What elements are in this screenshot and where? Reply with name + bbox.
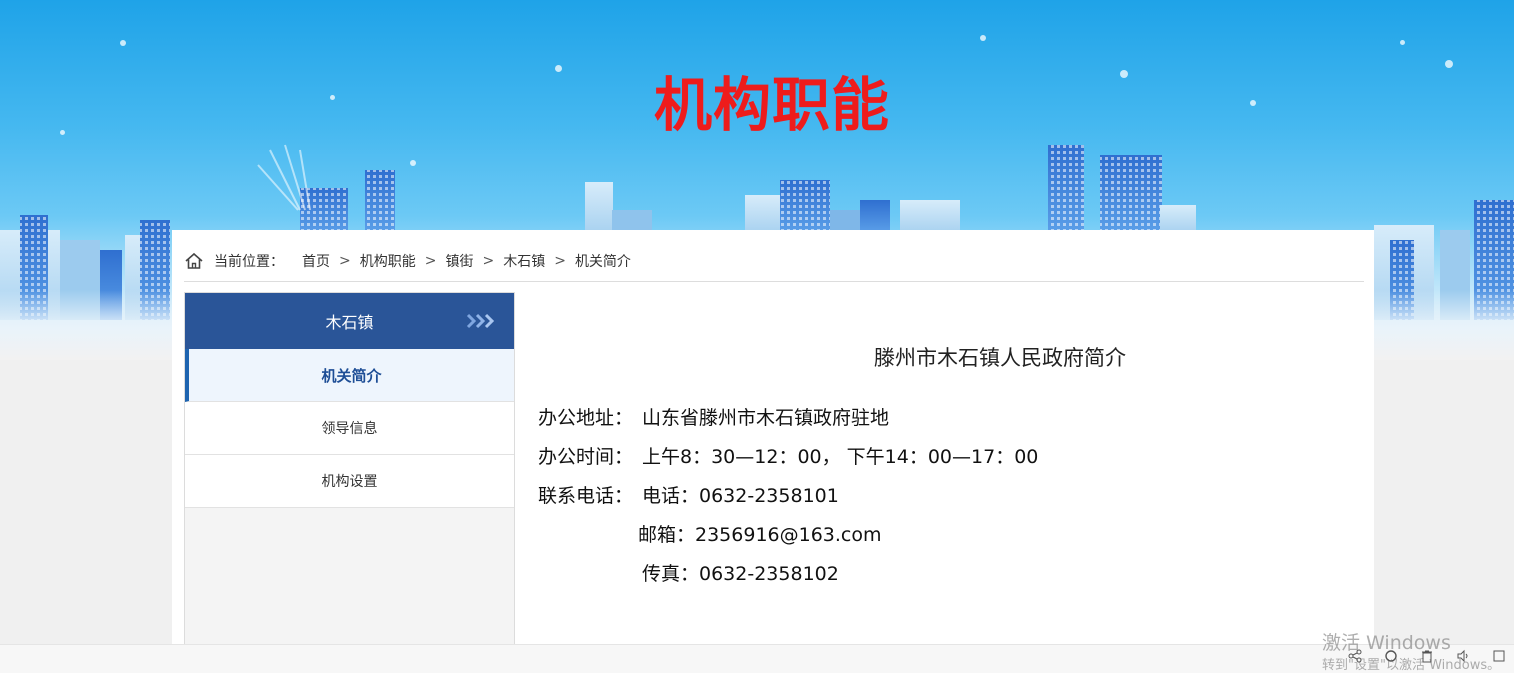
browser-bottom-bar [0,644,1514,673]
hours-label: 办公时间： [538,446,634,468]
breadcrumb-separator: > [482,253,495,269]
breadcrumb-towns[interactable]: 镇街 [445,251,473,271]
refresh-icon[interactable] [1384,648,1398,662]
fax-value: 传真：0632-2358102 [642,563,839,585]
sidebar-title: 木石镇 [325,313,374,332]
trash-icon[interactable] [1420,648,1434,663]
window-icon[interactable] [1492,648,1506,662]
email-row: 邮箱：2356916@163.com [538,516,1038,555]
hours-value: 上午8：30—12：00， 下午14：00—17：00 [642,446,1039,468]
sidebar-item-leadership[interactable]: 领导信息 [185,402,514,455]
contact-label: 联系电话： [538,485,634,507]
share-icon[interactable] [1348,648,1362,663]
page-title: 机构职能 [653,71,890,139]
sidebar-item-label: 机构设置 [321,474,378,490]
breadcrumb-home[interactable]: 首页 [302,251,330,271]
phone-value: 电话：0632-2358101 [642,485,839,507]
content-panel: 滕州市木石镇人民政府简介 办公地址： 山东省滕州市木石镇政府驻地 办公时间： 上… [516,292,1364,650]
address-label: 办公地址： [538,407,634,429]
main-card: 当前位置： 首页 > 机构职能 > 镇街 > 木石镇 > 机关简介 木石镇 机关… [172,230,1374,650]
home-icon[interactable] [184,251,204,271]
breadcrumb-mushi-town[interactable]: 木石镇 [503,251,545,271]
hours-row: 办公时间： 上午8：30—12：00， 下午14：00—17：00 [538,438,1038,477]
breadcrumb-separator: > [554,253,566,269]
contact-info: 办公地址： 山东省滕州市木石镇政府驻地 办公时间： 上午8：30—12：00， … [538,399,1038,594]
sidebar: 木石镇 机关简介 领导信息 机构设置 [184,292,515,650]
sidebar-item-org-structure[interactable]: 机构设置 [185,455,514,508]
volume-icon[interactable] [1456,648,1470,663]
breadcrumb-separator: > [424,253,437,269]
address-value: 山东省滕州市木石镇政府驻地 [642,407,890,429]
email-value: 邮箱：2356916@163.com [638,524,882,546]
breadcrumb-divider [184,281,1364,282]
breadcrumb-label: 当前位置： [214,254,284,270]
sidebar-header: 木石镇 [185,293,514,349]
fax-row: 传真：0632-2358102 [538,555,1038,594]
address-row: 办公地址： 山东省滕州市木石镇政府驻地 [538,399,1038,438]
breadcrumb-current[interactable]: 机关简介 [575,251,631,271]
breadcrumb-org-functions[interactable]: 机构职能 [360,251,416,271]
article-heading: 滕州市木石镇人民政府简介 [874,346,1126,370]
sidebar-item-org-intro[interactable]: 机关简介 [185,349,514,402]
phone-row: 联系电话： 电话：0632-2358101 [538,477,1038,516]
breadcrumb: 当前位置： 首页 > 机构职能 > 镇街 > 木石镇 > 机关简介 [184,248,1364,274]
bottom-toolbar [1348,648,1506,663]
breadcrumb-separator: > [339,253,351,269]
triple-chevron-icon [466,313,498,333]
sidebar-item-label: 机关简介 [321,366,382,385]
sidebar-item-label: 领导信息 [321,421,378,437]
